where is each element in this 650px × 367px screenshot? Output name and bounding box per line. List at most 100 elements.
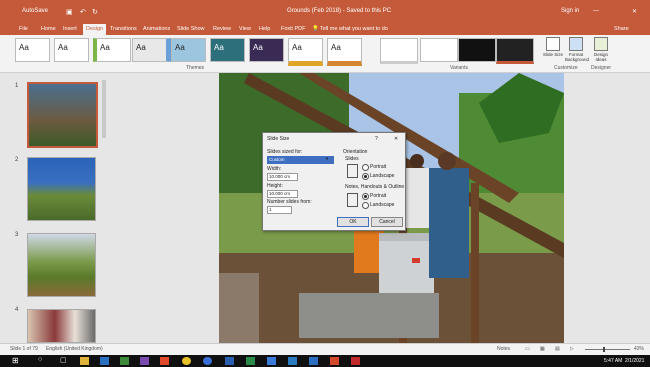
slide-thumbnail-3[interactable] — [27, 233, 96, 297]
undo-icon[interactable]: ↶ — [80, 8, 86, 16]
help-icon[interactable]: ? — [375, 136, 378, 142]
outlook-icon[interactable] — [288, 357, 297, 365]
slide-sorter-icon[interactable]: ▦ — [540, 346, 545, 352]
excel-icon[interactable] — [246, 357, 255, 365]
mail-icon[interactable] — [100, 357, 109, 365]
app-icon[interactable] — [140, 357, 149, 365]
theme-thumbnail[interactable]: Aa — [210, 38, 245, 62]
notes-button[interactable]: Notes — [497, 346, 510, 352]
chevron-down-icon[interactable]: ▼ — [325, 156, 329, 161]
variant-thumbnail[interactable] — [458, 38, 496, 62]
number-from-label: Number slides from: — [267, 199, 312, 205]
search-icon[interactable]: ○ — [38, 356, 47, 364]
sized-for-select[interactable]: Custom — [267, 156, 334, 164]
save-icon[interactable]: ▣ — [66, 8, 73, 16]
powerpoint-icon[interactable] — [330, 357, 339, 365]
notes-landscape-label: Landscape — [370, 202, 395, 208]
word-icon[interactable] — [225, 357, 234, 365]
tab-help[interactable]: Help — [259, 26, 270, 32]
calendar-icon[interactable] — [120, 357, 129, 365]
design-ideas-button[interactable]: Design Ideas — [590, 37, 612, 62]
slide-thumbnail-4[interactable] — [27, 309, 96, 343]
slides-orientation-label: Slides — [345, 156, 359, 162]
taskbar-time[interactable]: 5:47 AM — [604, 358, 622, 364]
slide-size-icon — [546, 37, 560, 51]
variant-thumbnail[interactable] — [420, 38, 458, 62]
dialog-close-icon[interactable]: ✕ — [394, 136, 398, 142]
slide-counter: Slide 1 of 79 — [10, 346, 38, 352]
taskbar-date[interactable]: 2/1/2021 — [625, 358, 644, 364]
tab-file[interactable]: File — [19, 26, 28, 32]
title-bar: AutoSave ▣ ↶ ↻ Grounds (Feb 2018) - Save… — [0, 0, 650, 24]
theme-thumbnail[interactable]: Aa — [288, 38, 323, 66]
theme-label: Aa — [253, 43, 263, 52]
slide-number: 3 — [15, 232, 19, 238]
theme-label: Aa — [214, 43, 224, 52]
document-title: Grounds (Feb 2018) - Saved to this PC — [287, 8, 392, 14]
tab-design[interactable]: Design — [83, 24, 107, 35]
slide-thumbnail-1[interactable] — [27, 82, 98, 148]
slides-landscape-label: Landscape — [370, 173, 395, 179]
app-icon[interactable] — [267, 357, 276, 365]
pdf-icon[interactable] — [351, 357, 360, 365]
tab-home[interactable]: Home — [41, 26, 56, 32]
notes-landscape-radio[interactable] — [362, 202, 369, 209]
ribbon: Aa Aa Aa Aa Aa Aa Aa Aa Aa Slide Size Fo… — [0, 35, 650, 73]
number-from-input[interactable]: 1 — [267, 206, 292, 214]
share-button[interactable]: Share — [614, 26, 629, 32]
windows-start-icon[interactable]: ⊞ — [12, 356, 21, 365]
slide-thumbnails-panel: 1 2 3 4 — [0, 73, 106, 343]
task-view-icon[interactable]: ▢ — [60, 356, 69, 364]
browser-icon[interactable] — [203, 357, 212, 365]
redo-icon[interactable]: ↻ — [92, 8, 98, 16]
slide-size-button[interactable]: Slide Size — [542, 37, 564, 57]
autosave-label[interactable]: AutoSave — [22, 8, 48, 14]
variant-thumbnail[interactable] — [380, 38, 418, 64]
width-input[interactable]: 10.000 cm — [267, 173, 298, 181]
tab-view[interactable]: View — [239, 26, 251, 32]
ok-button[interactable]: OK — [337, 217, 369, 227]
tab-insert[interactable]: Insert — [63, 26, 77, 32]
cancel-button[interactable]: Cancel — [371, 217, 403, 227]
tab-slide-show[interactable]: Slide Show — [177, 26, 205, 32]
orientation-label: Orientation — [343, 149, 368, 155]
minimize-icon[interactable]: — — [593, 8, 599, 14]
slideshow-icon[interactable]: ▷ — [570, 346, 574, 352]
sign-in-link[interactable]: Sign in — [561, 8, 579, 14]
tab-animations[interactable]: Animations — [143, 26, 170, 32]
tab-transitions[interactable]: Transitions — [110, 26, 137, 32]
normal-view-icon[interactable]: ▭ — [525, 346, 530, 352]
thumbnails-scrollbar[interactable] — [102, 80, 106, 138]
zoom-slider[interactable] — [585, 349, 630, 350]
file-explorer-icon[interactable] — [80, 357, 89, 365]
app-icon[interactable] — [160, 357, 169, 365]
reading-view-icon[interactable]: ▤ — [555, 346, 560, 352]
theme-thumbnail[interactable]: Aa — [249, 38, 284, 62]
format-background-icon — [569, 37, 583, 51]
variant-thumbnail[interactable] — [496, 38, 534, 64]
height-input[interactable]: 10.000 cm — [267, 190, 298, 198]
theme-thumbnail[interactable]: Aa — [15, 38, 50, 62]
zoom-level[interactable]: 43% — [634, 346, 644, 352]
close-icon[interactable]: ✕ — [632, 8, 637, 15]
theme-label: Aa — [58, 43, 68, 52]
chrome-icon[interactable] — [182, 357, 191, 365]
tell-me-search[interactable]: Tell me what you want to do — [320, 26, 388, 32]
format-background-button[interactable]: Format Background — [565, 37, 589, 62]
slides-portrait-radio[interactable] — [362, 164, 369, 171]
language-indicator[interactable]: English (United Kingdom) — [46, 346, 103, 352]
design-ideas-icon — [594, 37, 608, 51]
notes-portrait-radio[interactable] — [362, 193, 369, 200]
app-icon[interactable] — [309, 357, 318, 365]
theme-thumbnail[interactable]: Aa — [132, 38, 172, 62]
slide-thumbnail-2[interactable] — [27, 157, 96, 221]
variants-group-label: Variants — [450, 65, 468, 71]
theme-thumbnail[interactable]: Aa — [327, 38, 362, 66]
theme-thumbnail[interactable]: Aa — [93, 38, 131, 62]
tab-review[interactable]: Review — [213, 26, 231, 32]
zoom-slider-thumb[interactable] — [603, 347, 605, 352]
theme-thumbnail[interactable]: Aa — [171, 38, 206, 62]
theme-thumbnail[interactable]: Aa — [54, 38, 89, 62]
slides-landscape-radio[interactable] — [362, 173, 369, 180]
tab-foxit-pdf[interactable]: Foxit PDF — [281, 26, 305, 32]
